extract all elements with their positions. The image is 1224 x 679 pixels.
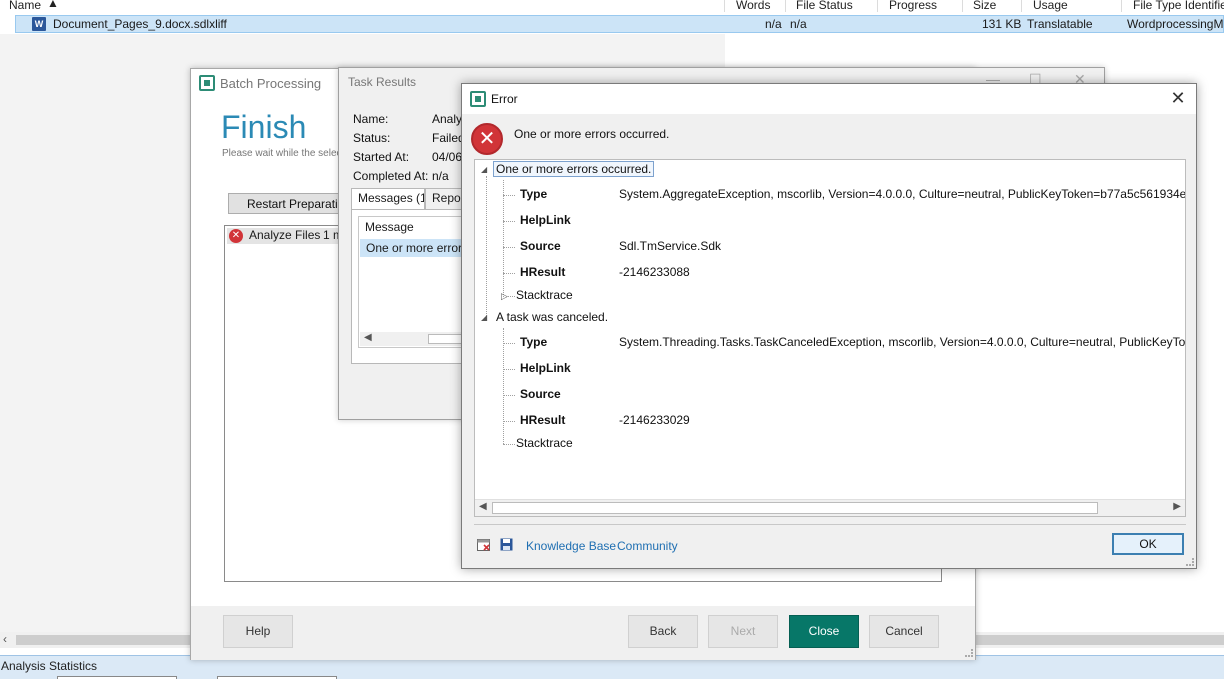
scrollbar-thumb[interactable] [492,502,1098,514]
message-row[interactable]: One or more errors [360,239,468,257]
app-icon [470,91,486,107]
file-words: n/a [765,17,782,31]
scroll-left-icon[interactable]: ◀ [364,332,372,343]
column-header-size[interactable]: Size [973,0,996,12]
expand-arrow-icon[interactable]: ▷ [501,291,508,302]
column-header-file-type[interactable]: File Type Identifie [1133,0,1224,12]
community-link[interactable]: Community [617,539,678,553]
error-headline: One or more errors occurred. [514,127,670,141]
field-name-label: Name: [353,112,389,126]
collapse-arrow-icon[interactable]: ◢ [481,165,487,174]
column-header-file-status[interactable]: File Status [796,0,853,12]
tab-messages[interactable]: Messages (1) [351,188,425,210]
prop-key-source: Source [520,239,561,253]
footer-divider [474,524,1186,525]
batch-title: Batch Processing [220,76,322,91]
file-name: Document_Pages_9.docx.sdlxliff [53,17,227,31]
column-header-usage[interactable]: Usage [1033,0,1068,12]
tree-node-stacktrace[interactable]: Stacktrace [516,436,573,450]
prop-key-type: Type [520,335,548,349]
ok-button[interactable]: OK [1112,533,1184,555]
clear-log-icon[interactable] [477,538,491,552]
prop-key-type: Type [520,187,548,201]
column-header-progress[interactable]: Progress [889,0,937,12]
field-status-label: Status: [353,131,391,145]
error-title: Error [491,92,518,106]
error-titlebar[interactable]: Error ✕ [462,84,1196,114]
resize-grip-icon[interactable] [1186,558,1194,566]
word-document-icon: W [32,17,46,31]
prop-value-type: System.Threading.Tasks.TaskCanceledExcep… [619,335,1186,349]
prop-value-source: Sdl.TmService.Sdk [619,239,722,253]
prop-key-hresult: HResult [520,413,566,427]
tree-horizontal-scrollbar[interactable]: ◀ ▶ [475,499,1185,516]
tree-node-task-canceled[interactable]: A task was canceled. [496,310,608,324]
exception-tree: ◢ One or more errors occurred. Type Syst… [474,159,1186,517]
file-usage: Translatable [1027,17,1093,31]
field-completed-label: Completed At: [353,169,429,183]
prop-value-hresult: -2146233088 [619,265,690,279]
column-header-name[interactable]: Name ▲ [9,0,59,12]
file-row[interactable]: W Document_Pages_9.docx.sdlxliff n/a n/a… [15,15,1224,33]
collapse-arrow-icon[interactable]: ◢ [481,313,487,322]
prop-key-source: Source [520,387,561,401]
close-icon[interactable]: ✕ [1166,87,1190,109]
app-icon [199,75,215,91]
message-column-header[interactable]: Message [365,220,414,234]
close-button[interactable]: Close [789,615,859,648]
error-icon: ✕ [229,229,243,243]
batch-footer: Help Back Next Close Cancel [191,606,975,660]
prop-key-helplink: HelpLink [520,361,571,375]
file-type: WordprocessingML [1127,17,1224,31]
resize-grip-icon[interactable] [965,649,973,657]
prop-key-helplink: HelpLink [520,213,571,227]
messages-panel: Message One or more errors ◀ [351,209,471,364]
scroll-right-icon[interactable]: ▶ [1173,501,1181,512]
cancel-button[interactable]: Cancel [869,615,939,648]
tree-node-stacktrace[interactable]: Stacktrace [516,288,573,302]
finish-subtitle: Please wait while the selec [222,148,342,159]
field-started-label: Started At: [353,150,410,164]
sort-ascending-icon: ▲ [47,0,59,10]
messages-scrollbar[interactable]: ◀ [360,332,466,346]
prop-key-hresult: HResult [520,265,566,279]
file-status: n/a [790,17,807,31]
finish-heading: Finish [221,109,307,145]
task-results-title: Task Results [348,75,417,89]
scroll-left-icon[interactable]: ◀ [479,501,487,512]
field-status-value: Failed [432,131,465,145]
error-icon: ✕ [471,123,503,155]
prop-value-type: System.AggregateException, mscorlib, Ver… [619,187,1186,201]
column-header-words[interactable]: Words [736,0,770,12]
analysis-statistics-label: Analysis Statistics [1,659,98,673]
error-dialog: Error ✕ ✕ One or more errors occurred. ◢… [461,83,1197,569]
scroll-left-icon[interactable]: ‹ [3,632,7,646]
file-size: 131 KB [982,17,1022,31]
save-icon[interactable] [500,538,514,552]
field-started-value: 04/06 [432,150,463,164]
knowledge-base-link[interactable]: Knowledge Base [526,539,616,553]
help-button[interactable]: Help [223,615,293,648]
prop-value-hresult: -2146233029 [619,413,690,427]
next-button[interactable]: Next [708,615,778,648]
tree-node-aggregate-exception[interactable]: One or more errors occurred. [493,161,655,177]
back-button[interactable]: Back [628,615,698,648]
file-list-header: Name ▲ Words File Status Progress Size Us… [0,0,1224,12]
field-completed-value: n/a [432,169,449,183]
messages-list: Message One or more errors ◀ [358,216,468,348]
